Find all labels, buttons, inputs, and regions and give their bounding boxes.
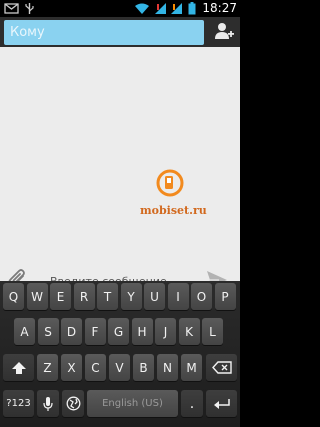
key-r[interactable]: R bbox=[73, 283, 95, 310]
key-t[interactable]: T bbox=[97, 283, 118, 310]
status-bar: 18:27 bbox=[0, 0, 240, 17]
wifi-icon bbox=[135, 3, 149, 14]
key-i[interactable]: I bbox=[167, 283, 189, 310]
period-key[interactable]: . bbox=[181, 390, 203, 417]
add-contact-icon[interactable] bbox=[214, 21, 234, 43]
key-q[interactable]: Q bbox=[3, 283, 24, 310]
key-g[interactable]: G bbox=[108, 318, 129, 345]
space-key[interactable]: English (US) bbox=[87, 390, 178, 417]
key-h[interactable]: H bbox=[131, 318, 153, 345]
conversation-area: mobiset.ru bbox=[0, 47, 240, 293]
key-p[interactable]: P bbox=[214, 283, 236, 310]
key-d[interactable]: D bbox=[61, 318, 82, 345]
key-j[interactable]: J bbox=[155, 318, 176, 345]
key-w[interactable]: W bbox=[26, 283, 48, 310]
status-time: 18:27 bbox=[202, 1, 237, 15]
key-c[interactable]: C bbox=[85, 354, 106, 381]
signal-icon-1 bbox=[155, 3, 166, 14]
usb-icon bbox=[25, 3, 34, 14]
key-f[interactable]: F bbox=[84, 318, 106, 345]
key-z[interactable]: Z bbox=[37, 354, 58, 381]
recipient-header bbox=[0, 17, 240, 47]
key-l[interactable]: L bbox=[202, 318, 223, 345]
key-k[interactable]: K bbox=[178, 318, 200, 345]
globe-icon bbox=[66, 396, 80, 411]
microphone-key[interactable] bbox=[37, 390, 59, 417]
key-b[interactable]: B bbox=[133, 354, 154, 381]
globe-key[interactable] bbox=[62, 390, 84, 417]
symbols-key[interactable]: ?123 bbox=[3, 390, 34, 417]
key-o[interactable]: O bbox=[191, 283, 212, 310]
key-e[interactable]: E bbox=[50, 283, 71, 310]
enter-key[interactable] bbox=[206, 390, 237, 417]
battery-icon bbox=[188, 2, 196, 15]
key-a[interactable]: A bbox=[14, 318, 35, 345]
recipient-box bbox=[4, 20, 204, 45]
watermark-text: mobiset.ru bbox=[140, 204, 207, 217]
key-u[interactable]: U bbox=[144, 283, 165, 310]
key-x[interactable]: X bbox=[61, 354, 82, 381]
key-n[interactable]: N bbox=[157, 354, 178, 381]
keyboard: QWERTYUIOP ASDFGHJKL ZXCVBNM ?123 Englis… bbox=[0, 281, 240, 427]
key-v[interactable]: V bbox=[109, 354, 130, 381]
delete-key[interactable] bbox=[206, 354, 237, 381]
shift-icon bbox=[11, 361, 26, 374]
email-icon bbox=[4, 3, 19, 14]
signal-icon-2 bbox=[171, 3, 182, 14]
delete-icon bbox=[211, 361, 232, 374]
microphone-icon bbox=[43, 396, 53, 411]
key-y[interactable]: Y bbox=[120, 283, 142, 310]
recipient-input[interactable] bbox=[4, 20, 204, 45]
enter-icon bbox=[213, 398, 230, 409]
key-m[interactable]: M bbox=[181, 354, 202, 381]
key-s[interactable]: S bbox=[37, 318, 59, 345]
shift-key[interactable] bbox=[3, 354, 34, 381]
